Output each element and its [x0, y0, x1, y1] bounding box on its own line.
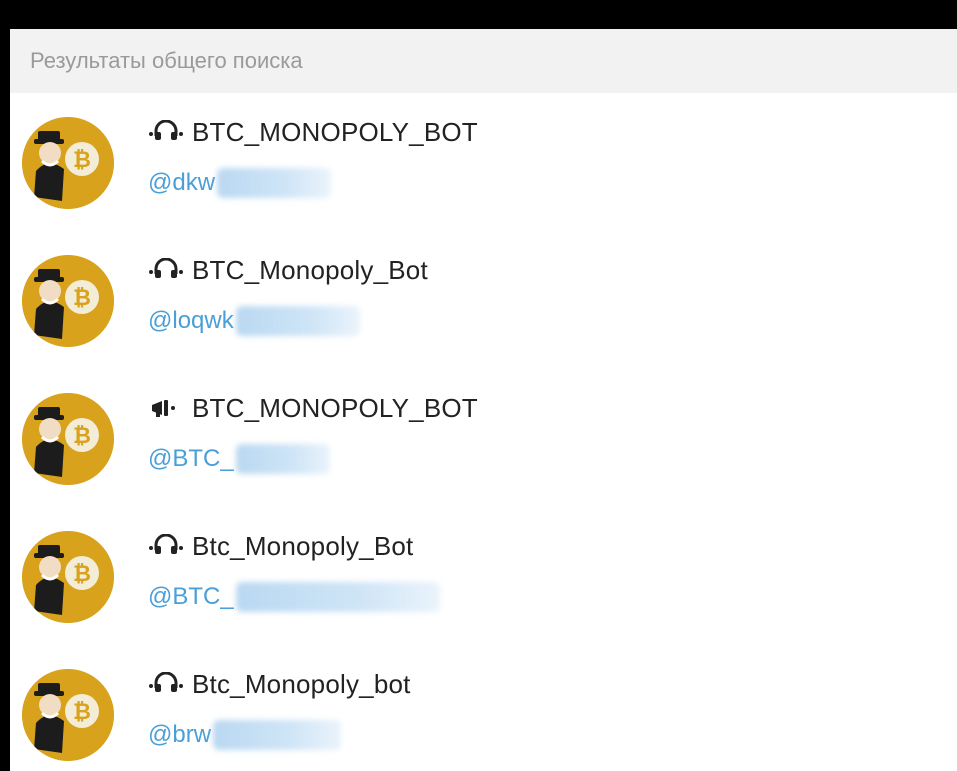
result-name: BTC_MONOPOLY_BOT	[192, 392, 478, 423]
result-username: @dkw	[148, 169, 216, 196]
avatar: ₿	[22, 531, 114, 623]
svg-text:₿: ₿	[73, 562, 91, 587]
result-text: Btc_Monopoly_Bot @BTC_	[148, 529, 937, 617]
result-row[interactable]: ₿ BTC_MONOPOLY_BOT @dkw	[10, 93, 957, 231]
result-list: ₿ BTC_MONOPOLY_BOT @dkw ₿ BTC_Monopoly_B…	[10, 93, 957, 771]
svg-text:₿: ₿	[73, 424, 91, 449]
bitcoin-mascot-icon: ₿	[22, 117, 114, 209]
result-text: BTC_MONOPOLY_BOT @BTC_	[148, 391, 937, 479]
headphones-icon	[148, 533, 188, 559]
result-name: Btc_Monopoly_bot	[192, 668, 411, 699]
megaphone-icon	[148, 395, 188, 421]
result-username-line: @brw	[148, 715, 937, 755]
result-name-line: BTC_MONOPOLY_BOT	[148, 391, 937, 425]
avatar: ₿	[22, 117, 114, 209]
avatar: ₿	[22, 669, 114, 761]
result-name-line: BTC_Monopoly_Bot	[148, 253, 937, 287]
result-name-line: Btc_Monopoly_bot	[148, 667, 937, 701]
result-username: @BTC_	[148, 583, 234, 610]
result-text: BTC_MONOPOLY_BOT @dkw	[148, 115, 937, 203]
result-name-line: Btc_Monopoly_Bot	[148, 529, 937, 563]
result-text: BTC_Monopoly_Bot @loqwk	[148, 253, 937, 341]
result-row[interactable]: ₿ BTC_Monopoly_Bot @loqwk	[10, 231, 957, 369]
redacted-username-blur	[235, 582, 440, 612]
result-name: Btc_Monopoly_Bot	[192, 530, 414, 561]
headphones-icon	[148, 257, 188, 283]
result-name-line: BTC_MONOPOLY_BOT	[148, 115, 937, 149]
result-username-line: @BTC_	[148, 577, 937, 617]
section-header-title: Результаты общего поиска	[30, 48, 303, 73]
result-username: @brw	[148, 721, 212, 748]
result-username-line: @BTC_	[148, 439, 937, 479]
bitcoin-mascot-icon: ₿	[22, 669, 114, 761]
bitcoin-mascot-icon: ₿	[22, 531, 114, 623]
headphones-icon	[148, 671, 188, 697]
result-row[interactable]: ₿ Btc_Monopoly_bot @brw	[10, 645, 957, 771]
redacted-username-blur	[235, 306, 360, 336]
result-username: @loqwk	[148, 307, 234, 334]
result-row[interactable]: ₿ BTC_MONOPOLY_BOT @BTC_	[10, 369, 957, 507]
redacted-username-blur	[213, 720, 342, 750]
avatar: ₿	[22, 393, 114, 485]
result-username-line: @loqwk	[148, 301, 937, 341]
svg-text:₿: ₿	[73, 700, 91, 725]
section-header: Результаты общего поиска	[10, 29, 957, 93]
result-row[interactable]: ₿ Btc_Monopoly_Bot @BTC_	[10, 507, 957, 645]
result-text: Btc_Monopoly_bot @brw	[148, 667, 937, 755]
result-name: BTC_Monopoly_Bot	[192, 254, 428, 285]
avatar: ₿	[22, 255, 114, 347]
redacted-username-blur	[217, 168, 332, 198]
bitcoin-mascot-icon: ₿	[22, 255, 114, 347]
result-username: @BTC_	[148, 445, 234, 472]
redacted-username-blur	[235, 444, 330, 474]
result-name: BTC_MONOPOLY_BOT	[192, 116, 478, 147]
svg-text:₿: ₿	[73, 286, 91, 311]
result-username-line: @dkw	[148, 163, 937, 203]
search-panel: Результаты общего поиска ₿ BTC_MONOPOLY_…	[10, 29, 957, 771]
bitcoin-mascot-icon: ₿	[22, 393, 114, 485]
svg-text:₿: ₿	[73, 148, 91, 173]
headphones-icon	[148, 119, 188, 145]
